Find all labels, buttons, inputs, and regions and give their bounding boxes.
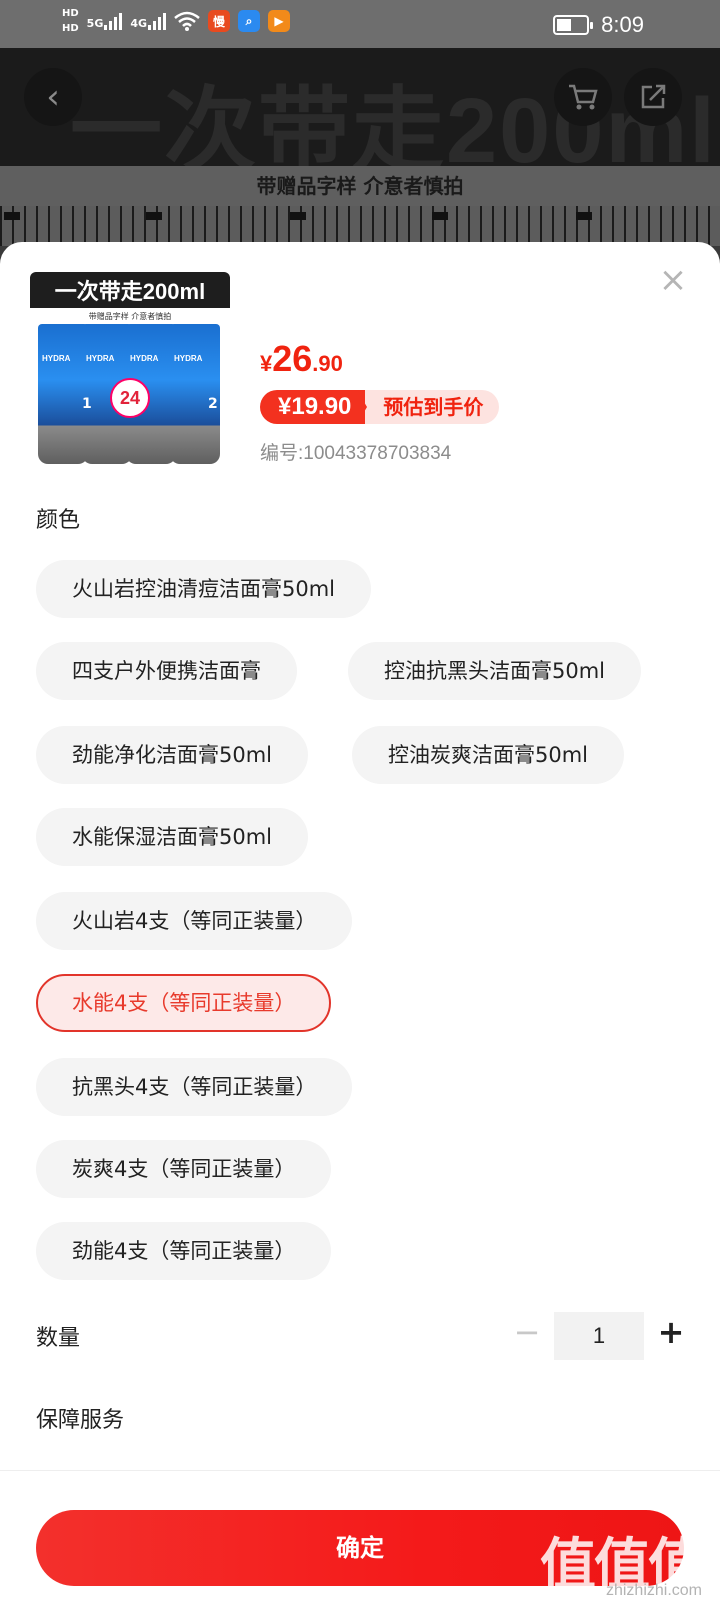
color-section-title: 颜色 — [36, 508, 81, 533]
product-banner: 一次带走200ml ‹ — [0, 48, 720, 166]
clock: 8:09 — [601, 12, 644, 37]
color-option[interactable]: 控油炭爽洁面膏50ml — [352, 726, 625, 784]
product-thumbnail[interactable]: 一次带走200ml 带赠品字样 介意者慎拍 HYDRA HYDRA HYDRA … — [30, 272, 230, 472]
watermark-site: zhizhizhi.com — [605, 1582, 702, 1599]
chevron-left-icon: ‹ — [46, 77, 60, 117]
cart-icon — [569, 84, 598, 110]
color-option[interactable]: 四支户外便携洁面膏 — [36, 642, 297, 700]
hd2-label: HD — [62, 23, 79, 34]
back-button[interactable]: ‹ — [24, 68, 82, 126]
color-option[interactable]: 劲能4支（等同正装量） — [36, 1222, 332, 1280]
search-app-icon: ⌕ — [238, 10, 261, 32]
status-bar: HD HD 5G 4G 慢 ⌕ ▶ 8:09 — [0, 0, 720, 48]
promo-badge: 24 — [110, 378, 150, 418]
play-app-icon: ▶ — [268, 10, 291, 32]
estimated-price-value: ¥19.90 — [260, 390, 366, 424]
quantity-label: 数量 — [36, 1326, 81, 1351]
estimated-price-label: 预估到手价 — [357, 390, 500, 424]
color-option[interactable]: 劲能净化洁面膏50ml — [36, 726, 309, 784]
quantity-input[interactable]: 1 — [554, 1312, 644, 1360]
app-notification-icon: 慢 — [208, 10, 231, 32]
sku-number: 编号:10043378703834 — [260, 443, 452, 464]
notice-bar: 带赠品字样 介意者慎拍 — [0, 166, 720, 206]
thumbnail-title: 一次带走200ml — [30, 272, 230, 308]
quantity-decrement-button[interactable]: − — [512, 1312, 542, 1352]
color-option[interactable]: 火山岩4支（等同正装量） — [36, 892, 353, 950]
close-icon: × — [658, 260, 688, 300]
color-option[interactable]: 水能保湿洁面膏50ml — [36, 808, 309, 866]
price-currency: ¥ — [260, 351, 273, 376]
hd-indicator: HD HD — [62, 6, 79, 36]
hd1-label: HD — [62, 8, 79, 19]
close-button[interactable]: × — [658, 263, 688, 297]
guarantee-service-label[interactable]: 保障服务 — [36, 1402, 124, 1434]
signal-4g-icon: 4G — [130, 12, 167, 30]
price-integer: 26 — [272, 338, 313, 379]
status-left: HD HD 5G 4G 慢 ⌕ ▶ — [62, 6, 291, 36]
product-price: ¥26.90 — [260, 338, 343, 380]
sku-selector-sheet: × 一次带走200ml 带赠品字样 介意者慎拍 HYDRA HYDRA HYDR… — [0, 242, 720, 1600]
battery-icon — [553, 15, 594, 35]
net2-label: 4G — [130, 17, 148, 30]
signal-5g-icon: 5G — [87, 12, 123, 30]
banner-text: 一次带走200ml — [70, 80, 717, 166]
thumbnail-subtitle: 带赠品字样 介意者慎拍 — [88, 312, 172, 321]
color-option[interactable]: 控油抗黑头洁面膏50ml — [348, 642, 642, 700]
product-tubes-image: HYDRA HYDRA HYDRA HYDRA 1 2 24 — [38, 324, 224, 466]
ruler-decoration — [0, 206, 720, 246]
color-option-selected[interactable]: 水能4支（等同正装量） — [36, 974, 332, 1032]
estimated-price-tag: ¥19.90 预估到手价 — [260, 390, 500, 424]
color-option[interactable]: 炭爽4支（等同正装量） — [36, 1140, 332, 1198]
quantity-increment-button[interactable]: + — [656, 1312, 686, 1352]
net1-label: 5G — [86, 17, 104, 30]
wifi-icon — [174, 11, 200, 31]
share-icon — [641, 84, 666, 109]
status-right: 8:09 — [553, 12, 644, 38]
divider — [0, 1470, 720, 1471]
color-option[interactable]: 抗黑头4支（等同正装量） — [36, 1058, 353, 1116]
price-decimal: .90 — [312, 351, 343, 376]
share-button[interactable] — [624, 68, 682, 126]
color-option[interactable]: 火山岩控油清痘洁面膏50ml — [36, 560, 372, 618]
cart-button[interactable] — [554, 68, 612, 126]
